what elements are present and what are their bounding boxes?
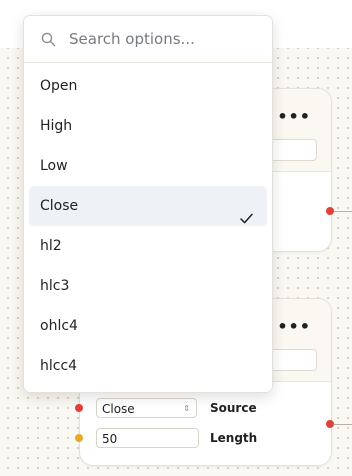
output-port[interactable]: [326, 420, 334, 428]
connection-edge: [334, 424, 352, 425]
length-label: Length: [210, 431, 258, 445]
search-icon: [41, 32, 56, 51]
option-hlcc4[interactable]: hlcc4: [29, 346, 267, 386]
option-label: hlc3: [40, 278, 70, 294]
more-horizontal-icon[interactable]: •••: [277, 107, 311, 126]
option-label: hl2: [40, 238, 62, 254]
option-label: Close: [40, 198, 79, 214]
option-label: Open: [40, 78, 78, 94]
input-port-source[interactable]: [75, 404, 83, 412]
source-label: Source: [210, 401, 257, 415]
source-select-value: Close: [102, 402, 135, 416]
source-select[interactable]: Close ⇕: [96, 398, 197, 418]
option-close[interactable]: Close: [29, 186, 267, 226]
option-high[interactable]: High: [29, 106, 267, 146]
option-ohlc4[interactable]: ohlc4: [29, 306, 267, 346]
output-port[interactable]: [326, 207, 334, 215]
option-label: ohlc4: [40, 318, 78, 334]
search-input[interactable]: Search options...: [24, 16, 272, 63]
option-label: Low: [40, 158, 68, 174]
option-label: hlcc4: [40, 358, 78, 374]
option-low[interactable]: Low: [29, 146, 267, 186]
option-hl2[interactable]: hl2: [29, 226, 267, 266]
length-input[interactable]: 50: [96, 428, 199, 448]
more-horizontal-icon[interactable]: •••: [277, 317, 311, 336]
option-open[interactable]: Open: [29, 66, 267, 106]
option-label: High: [40, 118, 73, 134]
length-input-value: 50: [102, 432, 118, 446]
input-port-length[interactable]: [75, 434, 83, 442]
select-arrows-icon: ⇕: [183, 404, 190, 413]
search-placeholder: Search options...: [69, 30, 195, 48]
option-hlc3[interactable]: hlc3: [29, 266, 267, 306]
options-dropdown: Search options... Open High Low Close hl…: [23, 15, 273, 393]
connection-edge: [334, 211, 352, 212]
